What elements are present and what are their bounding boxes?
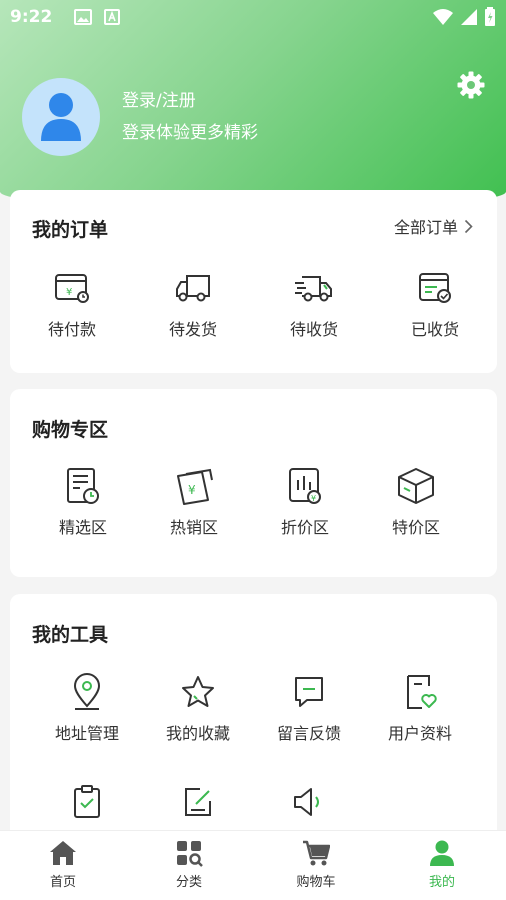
truck-icon	[176, 275, 210, 302]
tab-mine[interactable]: 我的	[402, 839, 482, 890]
tool-user-profile[interactable]: 用户资料	[370, 672, 470, 744]
avatar[interactable]	[22, 78, 100, 156]
order-item-label: 待收货	[289, 320, 338, 339]
order-item-label: 待发货	[168, 320, 217, 339]
tab-label: 分类	[175, 875, 202, 890]
svg-text:¥: ¥	[311, 494, 316, 503]
shopping-zone-card: 购物专区 精选区 ¥ 热销区 ¥ 折价区 特价区	[10, 389, 497, 577]
speaker-icon	[294, 788, 319, 816]
settings-gear-icon[interactable]	[456, 70, 486, 100]
tool-item-label: 用户资料	[387, 724, 452, 743]
zone-item-label: 折价区	[280, 518, 329, 537]
login-subtitle: 登录体验更多精彩	[122, 123, 258, 143]
zone-special-price[interactable]: 特价区	[366, 466, 466, 538]
all-orders-link[interactable]: 全部订单	[394, 214, 473, 238]
gallery-icon	[74, 9, 93, 25]
wallet-icon: ¥	[55, 274, 89, 303]
all-orders-label: 全部订单	[393, 218, 458, 237]
special-box-icon	[398, 468, 434, 504]
order-item-label: 待付款	[47, 320, 96, 339]
location-pin-icon	[73, 673, 101, 710]
clipboard-check-icon	[74, 785, 100, 818]
tool-announcement[interactable]	[259, 782, 359, 830]
shopping-zone-title: 购物专区	[32, 419, 109, 441]
tab-category[interactable]: 分类	[149, 839, 229, 890]
font-icon	[104, 9, 121, 25]
user-profile-icon	[407, 675, 437, 709]
order-pending-shipment[interactable]: 待发货	[143, 268, 243, 340]
zone-discount[interactable]: ¥ 折价区	[255, 466, 355, 538]
status-bar: 9:22	[0, 0, 506, 34]
tab-cart[interactable]: 购物车	[276, 839, 356, 890]
tool-clipboard[interactable]	[37, 782, 137, 830]
star-icon	[182, 676, 214, 707]
battery-icon	[485, 7, 495, 26]
selection-list-icon	[67, 468, 99, 504]
order-item-label: 已收货	[410, 320, 459, 339]
tools-card: 我的工具 地址管理 我的收藏 留言反馈 用户资料	[10, 594, 497, 854]
delivery-truck-icon	[295, 276, 332, 302]
home-icon	[50, 841, 76, 865]
hot-sale-icon: ¥	[177, 468, 213, 505]
tool-item-label: 我的收藏	[165, 724, 230, 743]
order-pending-payment[interactable]: ¥ 待付款	[22, 268, 122, 340]
wifi-icon	[433, 9, 453, 25]
login-entry[interactable]: 登录/注册 登录体验更多精彩	[22, 78, 258, 156]
orders-card: 我的订单 全部订单 ¥ 待付款 待发货 待收货 已收货	[10, 190, 497, 373]
message-icon	[295, 677, 323, 707]
discount-icon: ¥	[289, 468, 321, 504]
zone-item-label: 精选区	[58, 518, 107, 537]
received-check-icon	[419, 273, 451, 303]
bottom-tab-bar: 首页 分类 购物车 我的	[0, 830, 506, 900]
order-received[interactable]: 已收货	[385, 268, 485, 340]
person-icon	[430, 840, 454, 866]
tool-feedback[interactable]: 留言反馈	[259, 672, 359, 744]
tool-edit[interactable]	[148, 782, 248, 830]
order-pending-receipt[interactable]: 待收货	[264, 268, 364, 340]
edit-note-icon	[185, 788, 211, 816]
cart-icon	[303, 840, 330, 866]
category-icon	[177, 841, 203, 867]
tool-item-label: 地址管理	[54, 724, 119, 743]
tool-favorites[interactable]: 我的收藏	[148, 672, 248, 744]
chevron-right-icon	[464, 219, 473, 233]
svg-text:¥: ¥	[188, 483, 196, 497]
tools-title: 我的工具	[32, 624, 109, 646]
tab-home[interactable]: 首页	[23, 839, 103, 890]
login-register-link[interactable]: 登录/注册	[122, 90, 258, 112]
svg-text:¥: ¥	[66, 287, 72, 298]
tab-label: 首页	[49, 875, 76, 890]
tool-address[interactable]: 地址管理	[37, 672, 137, 744]
tool-item-label: 留言反馈	[276, 724, 341, 743]
zone-hot-sale[interactable]: ¥ 热销区	[144, 466, 244, 538]
status-time: 9:22	[10, 7, 53, 27]
orders-title: 我的订单	[32, 219, 109, 241]
avatar-person-icon	[41, 93, 81, 141]
zone-item-label: 特价区	[391, 518, 440, 537]
signal-icon	[461, 9, 477, 25]
zone-selected[interactable]: 精选区	[33, 466, 133, 538]
tab-label: 我的	[428, 875, 455, 890]
zone-item-label: 热销区	[169, 518, 218, 537]
tab-label: 购物车	[296, 875, 336, 890]
